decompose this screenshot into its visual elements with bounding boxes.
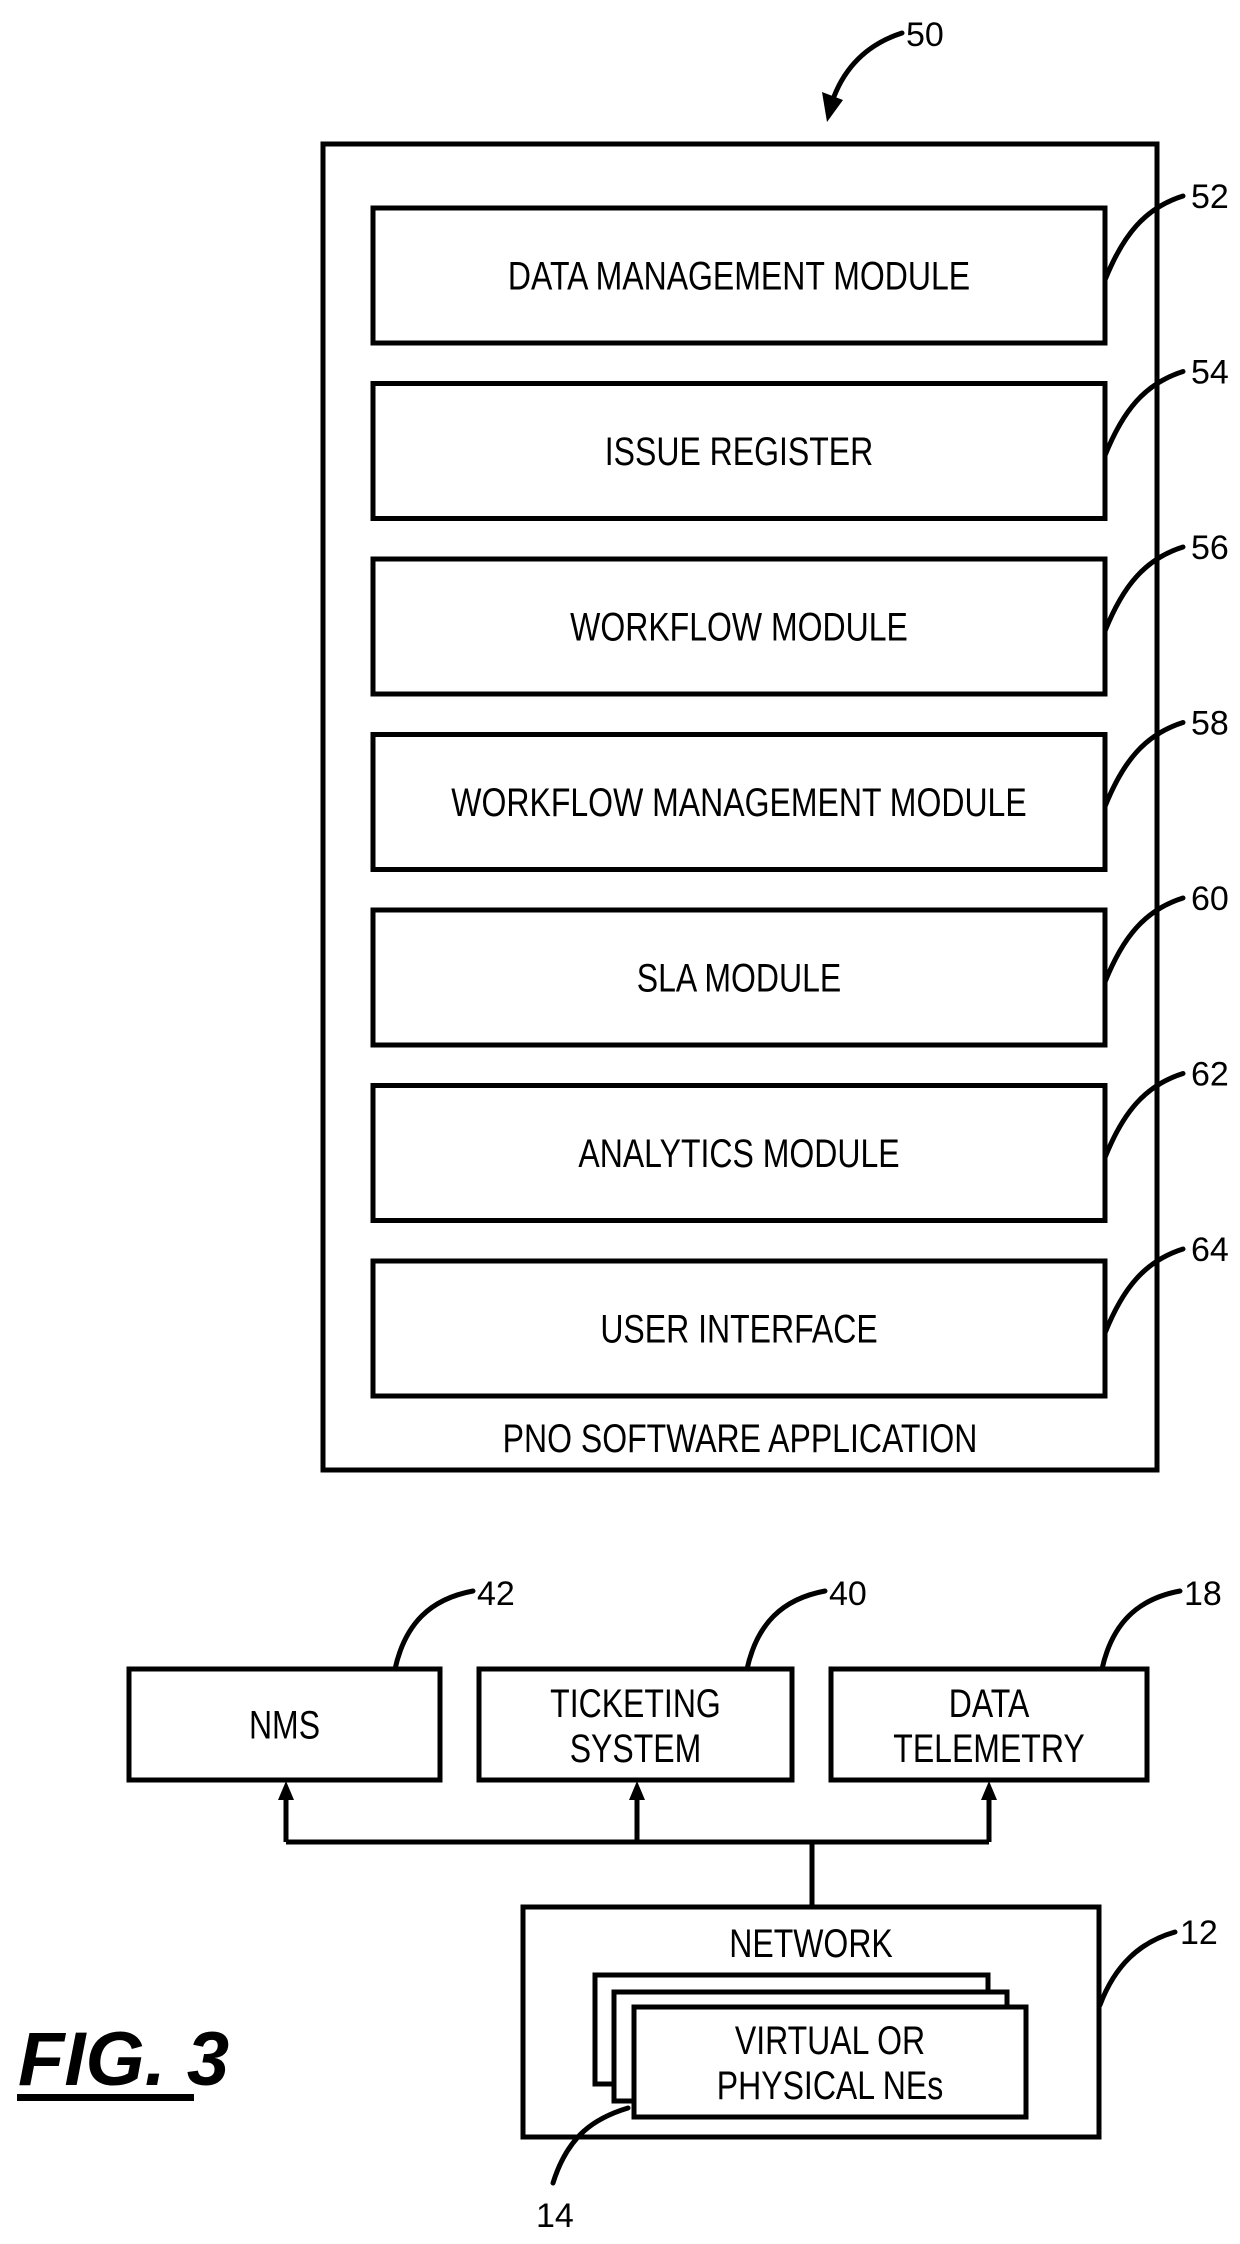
arrow-up-icon <box>981 1781 997 1800</box>
module-item: WORKFLOW MODULE 56 <box>370 529 1229 697</box>
network: NETWORK VIRTUAL OR PHYSICAL NEs 12 14 <box>520 1904 1218 2235</box>
ref-12-leader <box>1097 1929 1178 2008</box>
module-ref-label: 54 <box>1191 354 1229 392</box>
module-item: ANALYTICS MODULE 62 <box>370 1056 1229 1223</box>
ref-50-arrow <box>829 30 905 105</box>
module-list: DATA MANAGEMENT MODULE 52 ISSUE REGISTER 54… <box>370 178 1229 1399</box>
module-ref-leader <box>1102 1071 1186 1160</box>
module-label: ANALYTICS MODULE <box>578 1131 899 1176</box>
system-label-line: TELEMETRY <box>893 1726 1084 1771</box>
module-ref-label: 62 <box>1191 1056 1229 1094</box>
module-label: WORKFLOW MODULE <box>570 604 908 649</box>
system-ref-leader <box>744 1588 828 1672</box>
module-ref-leader <box>1102 720 1186 809</box>
system-ref-label: 18 <box>1184 1575 1222 1613</box>
system-label-line: DATA <box>949 1681 1030 1726</box>
module-item: WORKFLOW MANAGEMENT MODULE 58 <box>370 705 1229 872</box>
figure-caption: FIG. 3 <box>17 2017 229 2102</box>
module-label: DATA MANAGEMENT MODULE <box>508 253 970 298</box>
module-label: USER INTERFACE <box>600 1306 877 1351</box>
fig3-diagram: 50 PNO SOFTWARE APPLICATION DATA MANAGEM… <box>17 16 1229 2235</box>
module-label: SLA MODULE <box>637 955 842 1000</box>
system-item: DATATELEMETRY 18 <box>828 1575 1222 1842</box>
system-ref-leader <box>1099 1588 1183 1672</box>
system-label-line: TICKETING <box>550 1681 721 1726</box>
system-ref-leader <box>392 1588 476 1672</box>
module-label: ISSUE REGISTER <box>605 429 873 474</box>
module-ref-leader <box>1102 369 1186 458</box>
module-item: USER INTERFACE 64 <box>370 1231 1229 1399</box>
connection-bus <box>286 1839 989 1907</box>
module-ref-leader <box>1102 895 1186 985</box>
figure-label: FIG. 3 <box>18 2017 229 2102</box>
external-systems: NMS 42 TICKETINGSYSTEM 40 DATATELEMETRY 18 <box>126 1575 1222 1842</box>
ref-50-label: 50 <box>906 16 944 54</box>
system-label-line: SYSTEM <box>570 1726 702 1771</box>
module-ref-label: 52 <box>1191 178 1229 216</box>
module-ref-label: 60 <box>1191 880 1229 918</box>
figure-label-underline <box>17 2094 194 2101</box>
module-ref-leader <box>1102 544 1186 634</box>
ref-12-label: 12 <box>1180 1914 1218 1952</box>
module-item: DATA MANAGEMENT MODULE 52 <box>370 178 1229 346</box>
system-ref-label: 42 <box>477 1575 515 1613</box>
ref-50-arrowhead-icon <box>822 92 843 122</box>
module-label: WORKFLOW MANAGEMENT MODULE <box>451 780 1026 825</box>
ne-card-line-1: VIRTUAL OR <box>735 2018 925 2063</box>
system-item: NMS 42 <box>126 1575 515 1842</box>
pno-software-application-title: PNO SOFTWARE APPLICATION <box>503 1416 978 1461</box>
module-item: SLA MODULE 60 <box>370 880 1229 1048</box>
module-ref-label: 58 <box>1191 705 1229 743</box>
network-title: NETWORK <box>729 1921 893 1966</box>
ref-14-label: 14 <box>536 2197 574 2235</box>
module-ref-label: 56 <box>1191 529 1229 567</box>
pno-software-application: PNO SOFTWARE APPLICATION DATA MANAGEMENT… <box>320 141 1229 1473</box>
system-item: TICKETINGSYSTEM 40 <box>476 1575 867 1842</box>
arrow-up-icon <box>629 1781 645 1800</box>
system-label-line: NMS <box>249 1702 320 1747</box>
module-item: ISSUE REGISTER 54 <box>370 354 1229 521</box>
module-ref-label: 64 <box>1191 1231 1229 1269</box>
ne-card-line-2: PHYSICAL NEs <box>717 2063 943 2108</box>
module-ref-leader <box>1102 1246 1186 1336</box>
module-ref-leader <box>1102 193 1186 283</box>
system-ref-label: 40 <box>829 1575 867 1613</box>
arrow-up-icon <box>278 1781 294 1800</box>
ref-50-callout: 50 <box>822 16 944 122</box>
